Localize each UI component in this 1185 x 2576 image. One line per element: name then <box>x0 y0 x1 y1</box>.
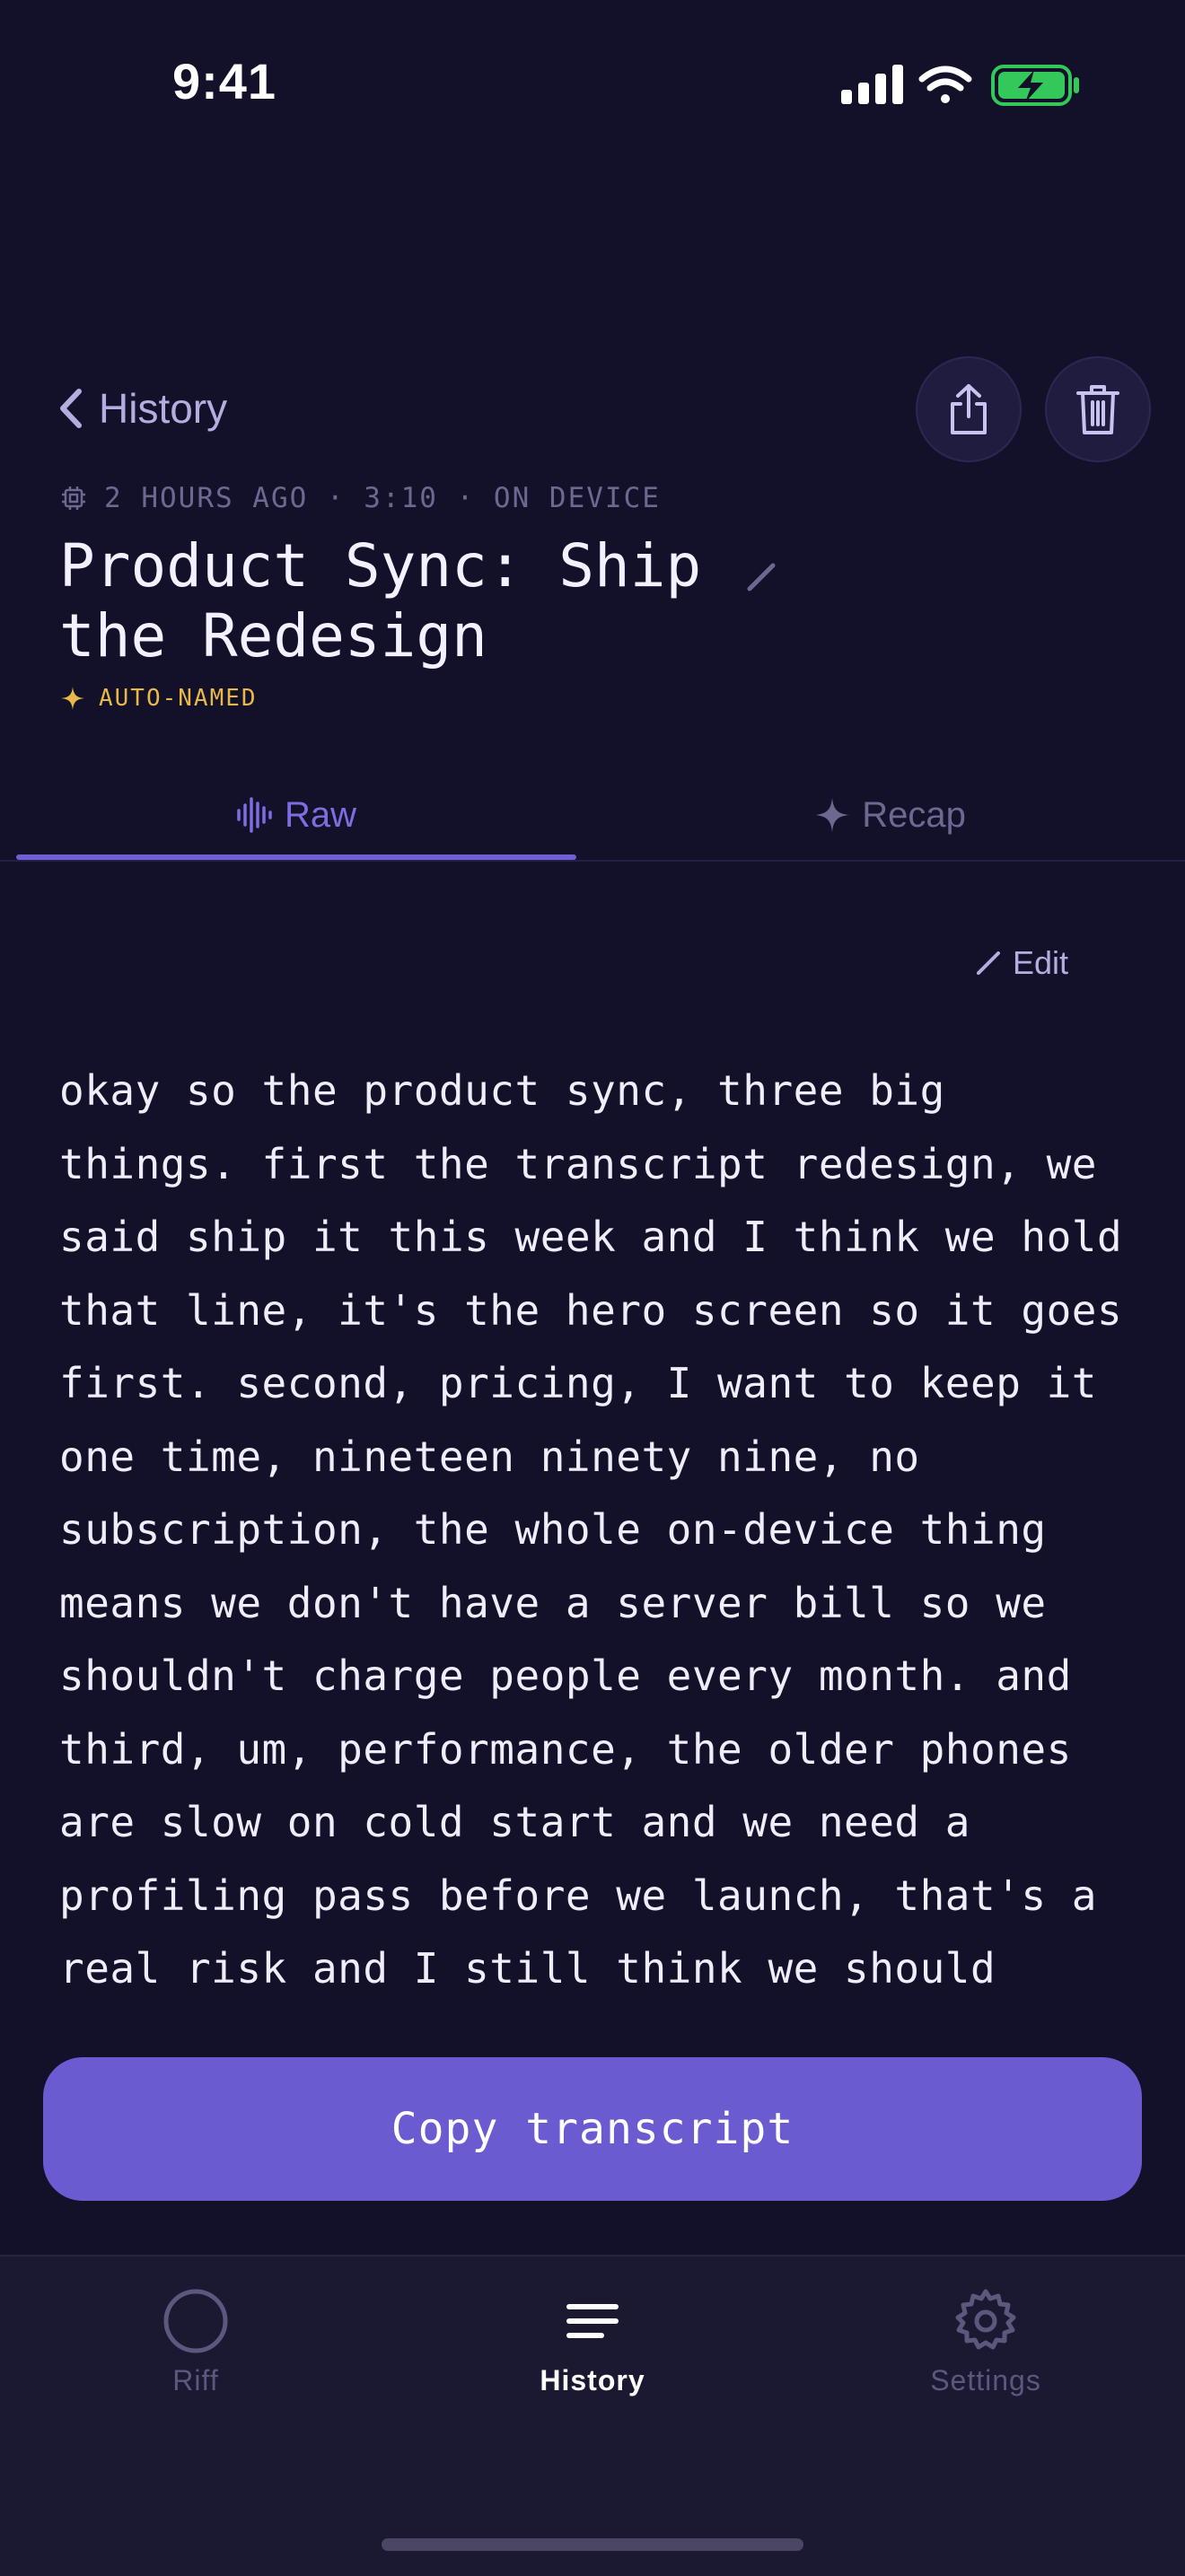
meta-text: 2 HOURS AGO · 3:10 · ON DEVICE <box>104 482 661 514</box>
transcript-text: okay so the product sync, three big thin… <box>59 1066 1123 1993</box>
tab-raw[interactable]: Raw <box>16 772 576 858</box>
tab-raw-label: Raw <box>284 794 357 835</box>
copy-transcript-label: Copy transcript <box>391 2104 794 2154</box>
tab-divider <box>0 860 1185 862</box>
trash-icon <box>1076 385 1119 434</box>
circle-icon <box>163 2289 228 2353</box>
edit-transcript-button[interactable]: Edit <box>975 944 1068 982</box>
tab-bar-label: Riff <box>172 2364 219 2396</box>
chevron-left-icon <box>60 389 82 428</box>
copy-transcript-button[interactable]: Copy transcript <box>43 2057 1142 2201</box>
delete-button[interactable] <box>1045 356 1151 462</box>
recording-meta: 2 HOURS AGO · 3:10 · ON DEVICE <box>61 482 661 514</box>
waveform-icon <box>237 797 272 833</box>
tab-recap[interactable]: Recap <box>610 772 1171 858</box>
share-icon <box>951 384 987 434</box>
share-button[interactable] <box>916 356 1022 462</box>
chip-icon <box>62 486 85 510</box>
tab-bar-item-settings[interactable]: Settings <box>851 2287 1120 2397</box>
sparkle-icon <box>61 687 84 710</box>
edit-label: Edit <box>1013 944 1069 981</box>
tab-bar-item-history[interactable]: History <box>458 2287 727 2397</box>
pencil-icon <box>747 563 776 591</box>
status-time: 9:41 <box>171 53 277 110</box>
auto-named-label: AUTO-NAMED <box>99 685 258 712</box>
home-indicator <box>382 2538 803 2551</box>
back-label: History <box>99 385 228 432</box>
auto-named-badge: AUTO-NAMED <box>61 685 258 712</box>
list-icon <box>566 2304 619 2338</box>
gear-icon <box>955 2289 1016 2350</box>
pencil-icon <box>977 951 1000 975</box>
tab-bar-label: Settings <box>930 2364 1041 2396</box>
battery-icon <box>991 65 1079 106</box>
tab-bar-item-riff[interactable]: Riff <box>61 2287 330 2397</box>
tab-selected-indicator <box>16 854 576 860</box>
sparkle-icon <box>815 798 850 832</box>
status-icons <box>838 63 1081 108</box>
tab-recap-label: Recap <box>862 794 966 835</box>
wifi-icon <box>918 66 972 103</box>
page-title: Product Sync: Ship the Redesign <box>59 531 702 670</box>
back-button[interactable]: History <box>57 377 227 440</box>
rename-button[interactable] <box>745 561 777 597</box>
cellular-signal-icon <box>841 65 903 104</box>
tab-bar-label: History <box>540 2364 645 2396</box>
transcript-scroll[interactable]: okay so the product sync, three big thin… <box>59 1055 1137 2040</box>
